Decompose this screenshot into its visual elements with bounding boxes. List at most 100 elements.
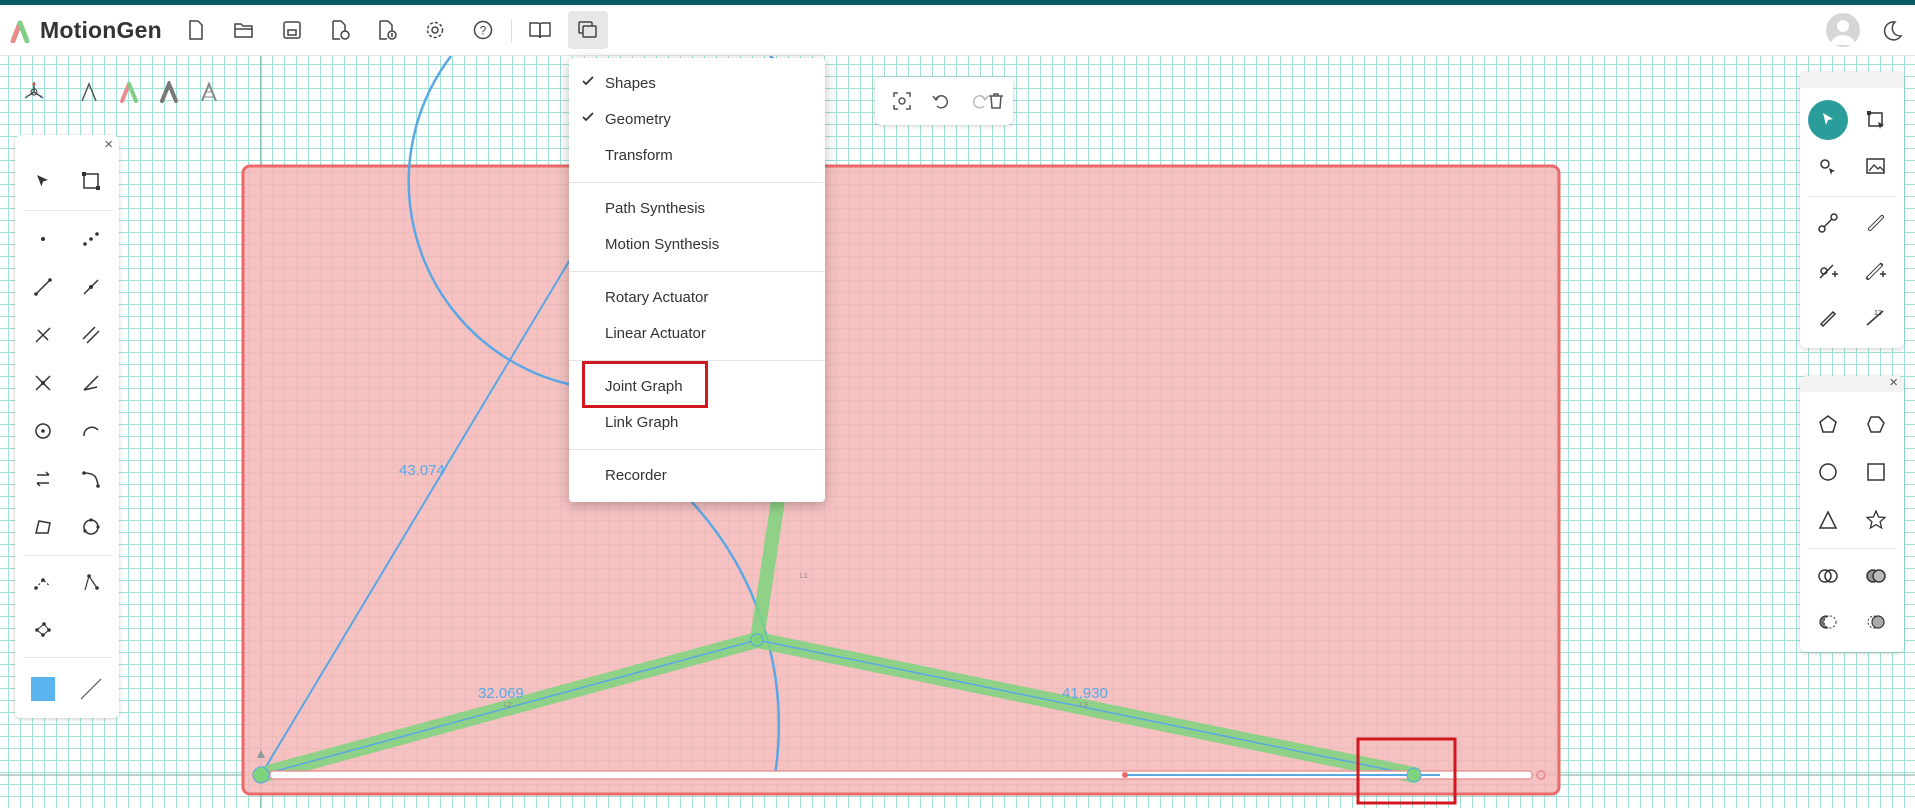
perpendicular-tool[interactable] <box>25 317 61 353</box>
arc-tool[interactable] <box>73 413 109 449</box>
triangle-shape-tool[interactable] <box>1810 502 1846 538</box>
closed-curve-tool[interactable] <box>73 509 109 545</box>
menu-item-motion-synthesis[interactable]: Motion Synthesis <box>569 226 825 262</box>
right-tool-panel: 12 <box>1800 72 1904 348</box>
fit-curve-tool[interactable] <box>73 565 109 601</box>
pen-tool[interactable] <box>1810 299 1846 335</box>
bezier-icon <box>82 471 100 488</box>
parallel-tool[interactable] <box>73 317 109 353</box>
intersection-tool[interactable] <box>25 365 61 401</box>
exclude-tool[interactable] <box>1858 604 1894 640</box>
menu-item-linear-actuator[interactable]: Linear Actuator <box>569 315 825 351</box>
linkage-solid-icon[interactable] <box>158 81 180 103</box>
menu-item-label: Geometry <box>605 110 671 128</box>
menu-item-rotary-actuator[interactable]: Rotary Actuator <box>569 279 825 315</box>
fit-view-button[interactable] <box>884 83 920 119</box>
circle-center-tool[interactable] <box>25 413 61 449</box>
mirror-tool[interactable] <box>25 461 61 497</box>
angle-icon <box>83 375 99 391</box>
check-icon <box>582 112 594 122</box>
dots-icon <box>83 232 99 246</box>
delete-button[interactable] <box>978 83 1014 119</box>
save-button[interactable] <box>272 11 312 49</box>
axes-icon[interactable] <box>22 80 46 104</box>
link-tool[interactable] <box>1810 205 1846 241</box>
add-joint-icon <box>1819 264 1838 279</box>
transform-tool[interactable] <box>73 163 109 199</box>
point-cloud-tool[interactable] <box>25 611 61 647</box>
link-label: L2 <box>504 702 512 709</box>
import-button[interactable] <box>367 11 407 49</box>
angle-tool[interactable] <box>73 365 109 401</box>
linkage-color-icon[interactable] <box>118 81 140 103</box>
select-tool[interactable] <box>25 163 61 199</box>
dark-mode-toggle[interactable] <box>1880 19 1904 43</box>
docs-button[interactable] <box>520 11 560 49</box>
union-icon <box>1818 569 1838 583</box>
add-slider-tool[interactable] <box>1858 252 1894 288</box>
subtract-tool[interactable] <box>1810 604 1846 640</box>
settings-button[interactable] <box>415 11 455 49</box>
panel-handle[interactable] <box>1800 72 1904 88</box>
pentagon-shape-tool[interactable] <box>1810 406 1846 442</box>
rectangle-shape[interactable] <box>241 164 1561 796</box>
open-button[interactable] <box>224 11 264 49</box>
menu-item-geometry[interactable]: Geometry <box>569 101 825 137</box>
user-avatar[interactable] <box>1826 13 1860 47</box>
line-tool[interactable] <box>25 269 61 305</box>
app-logo[interactable]: MotionGen <box>10 17 162 44</box>
polygon-tool[interactable] <box>25 509 61 545</box>
measure-tool[interactable]: 12 <box>1858 299 1894 335</box>
box-select-tool[interactable] <box>1858 102 1894 138</box>
binary-link-tool[interactable] <box>1858 205 1894 241</box>
select-mode-button[interactable] <box>1808 100 1848 140</box>
panel-divider <box>1808 548 1896 549</box>
square-shape-tool[interactable] <box>1858 454 1894 490</box>
multi-point-tool[interactable] <box>73 221 109 257</box>
menu-item-shapes[interactable]: Shapes <box>569 65 825 101</box>
star-shape-tool[interactable] <box>1858 502 1894 538</box>
menu-item-link-graph[interactable]: Link Graph <box>569 404 825 440</box>
undo-button[interactable] <box>923 83 959 119</box>
stroke-style-tool[interactable] <box>73 671 109 707</box>
midpoint-line-tool[interactable] <box>73 269 109 305</box>
menu-item-transform[interactable]: Transform <box>569 137 825 173</box>
menu-item-label: Recorder <box>605 466 667 484</box>
pentagon-icon <box>1819 415 1837 433</box>
linkage-hatched-icon[interactable] <box>198 81 220 103</box>
bezier-tool[interactable] <box>73 461 109 497</box>
mechanism-drawing <box>0 56 1915 808</box>
spline-tool[interactable] <box>25 565 61 601</box>
fill-color-swatch[interactable] <box>25 671 61 707</box>
export-icon <box>332 20 350 40</box>
image-tool[interactable] <box>1858 149 1894 185</box>
slider-joint[interactable] <box>1406 767 1422 783</box>
linkage-outline-icon[interactable] <box>78 81 100 103</box>
shapes-panel: × <box>1800 374 1904 652</box>
circle-shape-tool[interactable] <box>1810 454 1846 490</box>
windows-button[interactable] <box>568 11 608 49</box>
polygon-icon <box>35 520 51 534</box>
add-joint-tool[interactable] <box>1810 252 1846 288</box>
menu-item-label: Shapes <box>605 74 656 92</box>
slider-start-joint[interactable] <box>1122 772 1128 778</box>
menu-item-recorder[interactable]: Recorder <box>569 457 825 493</box>
blob-shape-tool[interactable] <box>1858 406 1894 442</box>
new-file-button[interactable] <box>176 11 216 49</box>
close-panel-icon[interactable]: × <box>104 136 113 153</box>
ground-joint[interactable] <box>252 766 270 784</box>
intersect-shape-tool[interactable] <box>1858 558 1894 594</box>
help-button[interactable]: ? <box>463 11 503 49</box>
app-name: MotionGen <box>40 17 162 43</box>
left-tool-panel: × <box>15 135 119 718</box>
menu-item-path-synthesis[interactable]: Path Synthesis <box>569 190 825 226</box>
animate-tool[interactable] <box>1810 149 1846 185</box>
close-panel-icon[interactable]: × <box>1889 374 1898 391</box>
union-tool[interactable] <box>1810 558 1846 594</box>
export-button[interactable] <box>320 11 360 49</box>
coupler-joint[interactable] <box>750 633 764 647</box>
menu-separator <box>569 271 825 272</box>
point-tool[interactable] <box>25 221 61 257</box>
fit-curve-icon <box>84 574 99 591</box>
drawing-canvas[interactable]: 43.074 32.069 41.930 L1 L2 L3 <box>0 56 1915 808</box>
